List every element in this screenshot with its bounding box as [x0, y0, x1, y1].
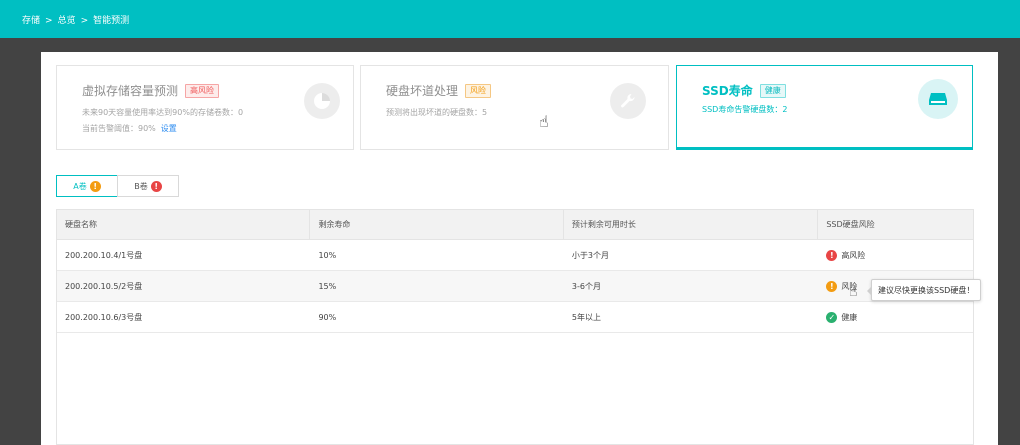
hand-cursor-icon: ☝: [539, 112, 549, 131]
column-header[interactable]: 预计剩余可用时长: [564, 210, 819, 239]
warning-icon: !: [826, 280, 838, 292]
card-title: 虚拟存储容量预测: [82, 84, 179, 98]
breadcrumb-item-prediction: 智能预测: [93, 16, 130, 26]
column-header[interactable]: SSD硬盘风险: [818, 210, 973, 239]
warning-icon: !: [89, 180, 101, 192]
remaining-life: 90%: [318, 312, 337, 322]
remaining-life: 10%: [318, 250, 337, 260]
breadcrumb: 存储 > 总览 > 智能预测: [22, 13, 129, 26]
breadcrumb-item-overview[interactable]: 总览: [58, 16, 76, 26]
risk-label: 高风险: [841, 250, 866, 260]
table-header: 硬盘名称 剩余寿命 预计剩余可用时长 SSD硬盘风险: [57, 210, 973, 240]
tab-volume-a[interactable]: A卷!: [56, 175, 118, 197]
card-line: 未来90天容量使用率达到90%的存储卷数：0: [82, 108, 244, 117]
breadcrumb-separator: >: [80, 16, 89, 26]
disk-name: 200.200.10.5/2号盘: [65, 281, 143, 291]
column-header[interactable]: 剩余寿命: [310, 210, 564, 239]
remaining-time: 3-6个月: [571, 281, 601, 291]
card-threshold: 当前告警阈值：90%: [82, 124, 156, 133]
status-badge: 高风险: [185, 83, 220, 98]
volume-tabs: A卷! B卷!: [56, 175, 179, 197]
ssd-table: 硬盘名称 剩余寿命 预计剩余可用时长 SSD硬盘风险 200.200.10.4/…: [56, 209, 974, 445]
risk-tooltip: 建议尽快更换该SSD硬盘！: [866, 279, 982, 301]
tab-volume-b[interactable]: B卷!: [117, 175, 179, 197]
disk-icon: [918, 79, 958, 119]
disk-name: 200.200.10.6/3号盘: [65, 312, 143, 322]
card-capacity-prediction[interactable]: 虚拟存储容量预测 高风险 未来90天容量使用率达到90%的存储卷数：0 当前告警…: [56, 65, 354, 150]
status-badge: 风险: [465, 83, 492, 98]
breadcrumb-separator: >: [45, 16, 53, 26]
table-row[interactable]: 200.200.10.4/1号盘 10% 小于3个月 ! 高风险: [57, 240, 973, 271]
risk-cell: ! 高风险: [818, 240, 973, 270]
card-title: 硬盘坏道处理: [386, 84, 459, 98]
tab-label: B卷: [134, 181, 148, 191]
status-badge: 健康: [759, 83, 786, 98]
breadcrumb-item-storage[interactable]: 存储: [22, 16, 40, 26]
settings-link[interactable]: 设置: [161, 124, 177, 133]
card-line: 预测将出现坏道的硬盘数：5: [386, 108, 488, 117]
disk-name: 200.200.10.4/1号盘: [65, 250, 143, 260]
column-header[interactable]: 硬盘名称: [57, 210, 311, 239]
risk-cell: ✓ 健康: [818, 302, 973, 332]
card-line: SSD寿命告警硬盘数：2: [702, 105, 788, 114]
remaining-time: 小于3个月: [571, 250, 609, 260]
hand-cursor-icon: ☝: [849, 284, 858, 300]
main-panel: 虚拟存储容量预测 高风险 未来90天容量使用率达到90%的存储卷数：0 当前告警…: [41, 52, 998, 445]
danger-icon: !: [826, 249, 838, 261]
danger-icon: !: [150, 180, 162, 192]
card-bad-sector[interactable]: 硬盘坏道处理 风险 预测将出现坏道的硬盘数：5: [360, 65, 669, 150]
top-bar: 存储 > 总览 > 智能预测: [0, 0, 1020, 38]
pie-chart-icon: [304, 83, 340, 119]
wrench-icon: [610, 83, 646, 119]
tab-label: A卷: [73, 181, 87, 191]
table-row[interactable]: 200.200.10.5/2号盘 15% 3-6个月 ! 风险: [57, 271, 973, 302]
table-row[interactable]: 200.200.10.6/3号盘 90% 5年以上 ✓ 健康: [57, 302, 973, 333]
remaining-life: 15%: [318, 281, 337, 291]
risk-label: 健康: [841, 312, 858, 322]
card-title: SSD寿命: [702, 84, 753, 98]
remaining-time: 5年以上: [571, 312, 601, 322]
check-icon: ✓: [826, 311, 838, 323]
card-ssd-life[interactable]: SSD寿命 健康 SSD寿命告警硬盘数：2: [676, 65, 973, 150]
